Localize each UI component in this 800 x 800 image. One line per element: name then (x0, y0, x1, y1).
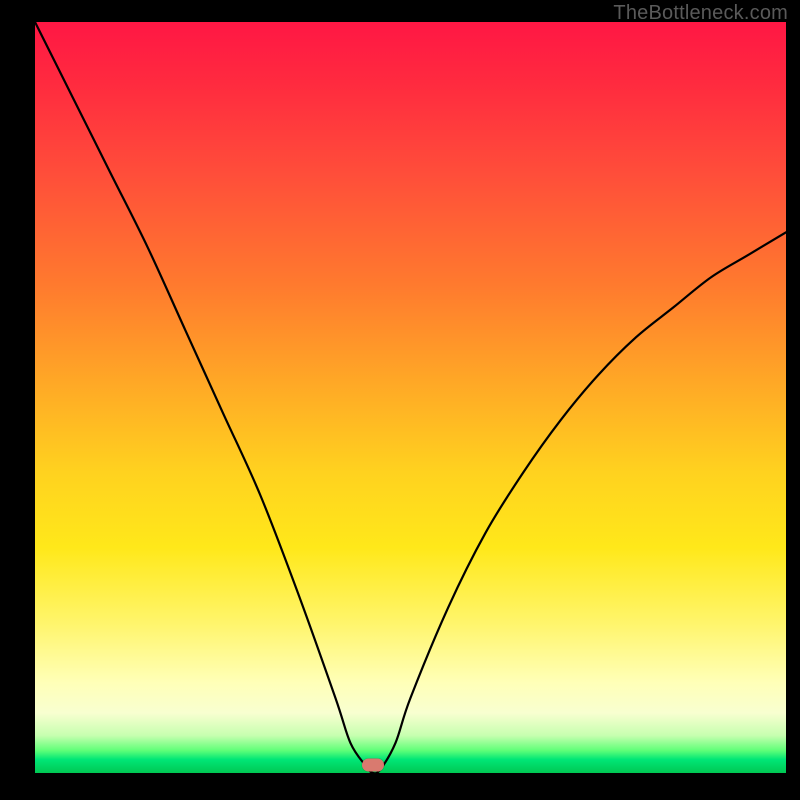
chart-frame: TheBottleneck.com (0, 0, 800, 800)
min-bottleneck-marker (362, 759, 384, 772)
plot-area (35, 22, 786, 773)
watermark-text: TheBottleneck.com (613, 2, 788, 25)
bottleneck-curve (35, 22, 786, 773)
